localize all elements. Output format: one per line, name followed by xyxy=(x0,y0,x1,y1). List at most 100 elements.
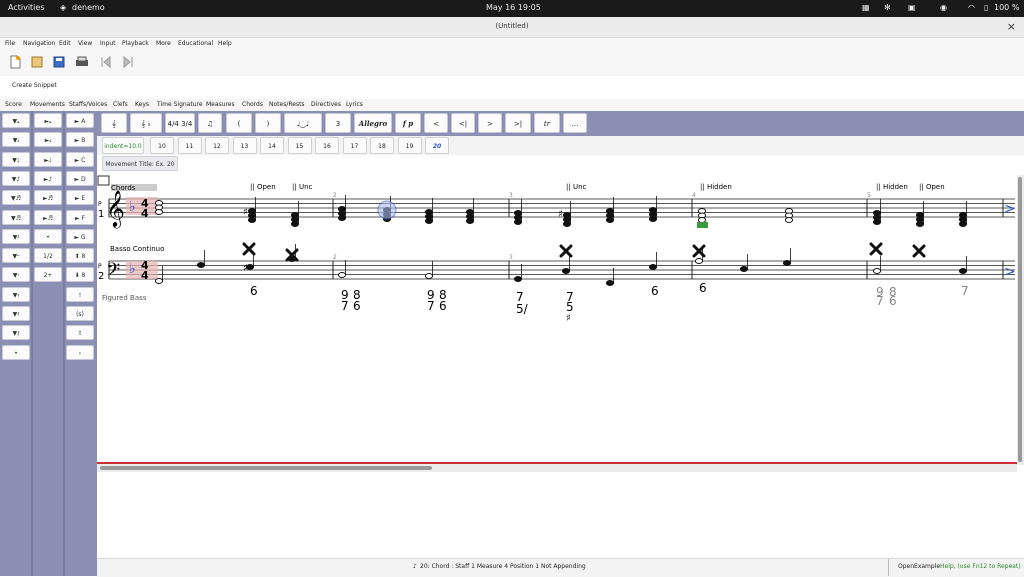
new-file-icon[interactable] xyxy=(8,55,22,69)
menu-file[interactable]: File xyxy=(5,40,15,47)
crescendo-end-button[interactable]: <| xyxy=(451,113,475,133)
submenu-staffs-voices[interactable]: Staffs/Voices xyxy=(69,101,107,108)
movement-title-button[interactable]: Movement Title: Ex. 20 xyxy=(102,156,178,171)
palette-col1-button[interactable]: ▼♬ xyxy=(2,190,30,206)
palette-col2-button[interactable]: ►♩ xyxy=(34,151,62,167)
bass-note[interactable] xyxy=(605,268,615,286)
palette-col1-button[interactable]: ▼♪ xyxy=(2,170,30,186)
palette-col3-button[interactable]: ► A xyxy=(66,113,94,128)
palette-number-button[interactable]: 11 xyxy=(177,137,202,154)
chord[interactable] xyxy=(465,198,475,224)
close-icon[interactable]: × xyxy=(1007,20,1016,33)
submenu-notes-rests[interactable]: Notes/Rests xyxy=(269,101,305,108)
menu-more[interactable]: More xyxy=(156,40,171,47)
chord[interactable] xyxy=(424,198,434,224)
treble-clef-button[interactable]: 𝄞 xyxy=(101,113,127,133)
chord[interactable] xyxy=(605,197,615,223)
first-movement-icon[interactable] xyxy=(99,55,113,69)
palette-col3-button[interactable]: ⬆ 8 xyxy=(66,248,94,264)
palette-col1-button[interactable]: ▼𝄽 xyxy=(2,228,30,244)
bass-note[interactable] xyxy=(782,248,792,266)
battery-level[interactable]: 100 % xyxy=(994,3,1019,12)
palette-number-button[interactable]: 17 xyxy=(342,137,367,154)
tray-app-icon[interactable]: ✻ xyxy=(884,3,891,12)
slur-start-button[interactable]: ( xyxy=(226,113,252,133)
palette-col2-button[interactable]: ►♪ xyxy=(34,170,62,186)
palette-number-button[interactable]: 14 xyxy=(260,137,284,154)
chord-button[interactable]: ♫ xyxy=(198,113,222,133)
palette-number-button[interactable]: 19 xyxy=(397,137,422,154)
palette-col3-button[interactable]: › xyxy=(66,344,94,360)
palette-col3-button[interactable]: (s) xyxy=(66,306,94,321)
submenu-measures[interactable]: Measures xyxy=(206,101,235,108)
accessibility-icon[interactable]: ◉ xyxy=(940,3,947,12)
palette-col3-button[interactable]: ! xyxy=(66,286,94,302)
directive-hidden[interactable]: || Hidden xyxy=(700,183,732,191)
score-canvas[interactable]: 𝄞 𝄢 ♭ ♭ 4 4 4 4 P 1 P 2 Chords Basso Con… xyxy=(97,175,1017,462)
palette-col2-button[interactable]: ►♬ xyxy=(34,190,62,206)
chord[interactable] xyxy=(958,201,968,227)
bass-note[interactable] xyxy=(872,256,882,274)
bass-note[interactable] xyxy=(739,254,749,272)
palette-number-button[interactable]: 16 xyxy=(315,137,339,154)
status-help[interactable]: Help, (use Fn12 to Repeat) xyxy=(940,563,1021,570)
chord[interactable] xyxy=(290,201,300,227)
directive-open[interactable]: || Open xyxy=(919,183,945,191)
chord[interactable] xyxy=(872,199,882,225)
staff2-name[interactable]: Basso Continuo xyxy=(110,245,164,253)
indent-button[interactable]: indent=10.0 xyxy=(102,137,144,154)
palette-col1-button[interactable]: ▼𝄿 xyxy=(2,286,30,302)
palette-col3-button[interactable]: ⬇ 8 xyxy=(66,267,94,283)
palette-col3-button[interactable]: ► B xyxy=(66,132,94,148)
chord[interactable] xyxy=(247,197,257,223)
palette-col2-button[interactable]: • xyxy=(34,228,62,244)
palette-col2-button[interactable]: ►𝅗𝅥 xyxy=(34,132,62,148)
submenu-chords[interactable]: Chords xyxy=(242,101,263,108)
palette-col1-button[interactable]: ▼𝄾 xyxy=(2,267,30,283)
chord[interactable] xyxy=(915,201,925,227)
trill-button[interactable]: tr xyxy=(534,113,560,133)
submenu-clefs[interactable]: Clefs xyxy=(113,101,128,108)
palette-col3-button[interactable]: ► D xyxy=(66,170,94,186)
palette-number-button[interactable]: 13 xyxy=(232,137,257,154)
staff1-name[interactable]: Chords xyxy=(111,184,136,192)
vertical-scroll-thumb[interactable] xyxy=(1018,177,1022,462)
diminuendo-button[interactable]: > xyxy=(478,113,502,133)
print-icon[interactable] xyxy=(75,55,89,69)
palette-col1-button[interactable]: ▼𝄼 xyxy=(2,248,30,264)
palette-number-button[interactable]: 12 xyxy=(205,137,229,154)
palette-number-button[interactable]: 15 xyxy=(287,137,312,154)
bass-note[interactable] xyxy=(561,256,571,274)
open-file-icon[interactable] xyxy=(30,55,44,69)
save-icon[interactable] xyxy=(52,55,66,69)
palette-col2-button[interactable]: 1/2 xyxy=(34,248,62,264)
bass-note[interactable] xyxy=(196,250,206,268)
crescendo-button[interactable]: < xyxy=(424,113,448,133)
diminuendo-end-button[interactable]: >| xyxy=(505,113,531,133)
palette-col3-button[interactable]: ► E xyxy=(66,190,94,206)
battery-icon[interactable]: ▯ xyxy=(984,3,988,12)
dynamics-button[interactable]: f p xyxy=(395,113,421,133)
tempo-button[interactable]: Allegro xyxy=(354,113,392,133)
submenu-keys[interactable]: Keys xyxy=(135,101,149,108)
palette-col1-button[interactable]: ▼𝅀 xyxy=(2,306,30,321)
submenu-score[interactable]: Score xyxy=(5,101,22,108)
chord[interactable] xyxy=(697,208,707,223)
submenu-time-signature[interactable]: Time Signature xyxy=(157,101,203,108)
score-corner-icon[interactable] xyxy=(97,175,110,186)
chord[interactable] xyxy=(513,199,523,225)
menu-help[interactable]: Help xyxy=(218,40,232,47)
submenu-directives[interactable]: Directives xyxy=(311,101,341,108)
palette-number-button[interactable]: 18 xyxy=(370,137,394,154)
palette-col1-button[interactable]: • xyxy=(2,344,30,360)
menu-input[interactable]: Input xyxy=(100,40,116,47)
submenu-movements[interactable]: Movements xyxy=(30,101,65,108)
palette-col2-button[interactable]: ►𝅝 xyxy=(34,113,62,128)
chord[interactable] xyxy=(784,208,794,223)
palette-col1-button[interactable]: ▼♬ xyxy=(2,209,30,225)
palette-col3-button[interactable]: ► C xyxy=(66,151,94,167)
palette-col3-button[interactable]: ► G xyxy=(66,228,94,244)
chord[interactable] xyxy=(648,196,658,222)
menu-edit[interactable]: Edit xyxy=(59,40,71,47)
time-signature-button[interactable]: 4/4 3/4 xyxy=(165,113,195,133)
